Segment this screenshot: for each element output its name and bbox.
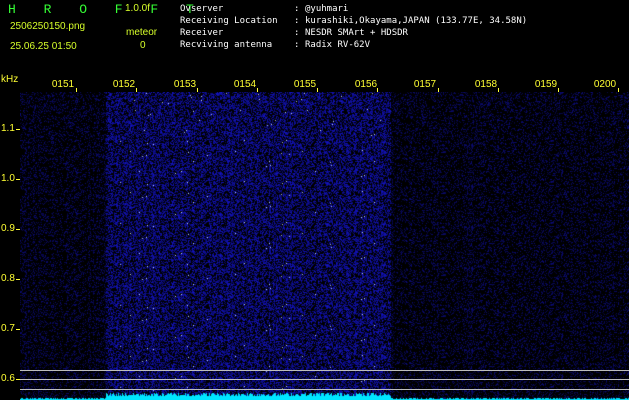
- time-label-0154: 0154: [233, 79, 257, 90]
- freq-label-1.1: 1.1: [1, 123, 15, 134]
- observer-row: Ovserver : @yuhmari: [180, 3, 348, 15]
- time-label-0157: 0157: [413, 79, 437, 90]
- reference-line: [20, 370, 629, 371]
- receiver-key: Receiver: [180, 28, 224, 38]
- time-label-0200: 0200: [593, 79, 617, 90]
- header-info-panel: H R O F F T 1.0.0f 2506250150.png 25.06.…: [0, 0, 629, 78]
- reference-line: [20, 379, 629, 380]
- observer-value: @yuhmari: [305, 4, 349, 14]
- antenna-colon: :: [294, 40, 300, 50]
- receiver-colon: :: [294, 28, 300, 38]
- antenna-value: Radix RV-62V: [305, 40, 371, 50]
- hrofft-window: H R O F F T 1.0.0f 2506250150.png 25.06.…: [0, 0, 629, 400]
- detection-mode-label: meteor: [126, 27, 158, 38]
- app-brand: H R O F F T: [8, 2, 204, 17]
- spectrogram-canvas[interactable]: [20, 92, 629, 400]
- capture-datetime: 25.06.25 01:50: [10, 41, 77, 52]
- receiver-row: Receiver : NESDR SMArt + HDSDR: [180, 27, 408, 39]
- time-label-0152: 0152: [112, 79, 136, 90]
- freq-label-0.9: 0.9: [1, 223, 15, 234]
- freq-label-0.6: 0.6: [1, 373, 15, 384]
- time-label-0156: 0156: [354, 79, 378, 90]
- reference-line: [20, 389, 629, 390]
- freq-label-0.7: 0.7: [1, 323, 15, 334]
- time-label-0155: 0155: [293, 79, 317, 90]
- observer-colon: :: [294, 4, 300, 14]
- meteor-count: 0: [140, 40, 146, 51]
- antenna-row: Recviving antenna : Radix RV-62V: [180, 39, 370, 51]
- location-row: Receiving Location : kurashiki,Okayama,J…: [180, 15, 527, 27]
- location-colon: :: [294, 16, 300, 26]
- time-label-0151: 0151: [51, 79, 75, 90]
- spectrogram-waterfall[interactable]: [20, 92, 629, 400]
- time-axis: 0151 0152 0153 0154 0155 0156 0157 0158 …: [0, 78, 629, 94]
- time-label-0159: 0159: [534, 79, 558, 90]
- time-label-0153: 0153: [173, 79, 197, 90]
- location-key: Receiving Location: [180, 16, 278, 26]
- receiver-value: NESDR SMArt + HDSDR: [305, 28, 408, 38]
- freq-label-0.8: 0.8: [1, 273, 15, 284]
- location-value: kurashiki,Okayama,JAPAN (133.77E, 34.58N…: [305, 16, 528, 26]
- freq-label-1.0: 1.0: [1, 173, 15, 184]
- image-filename: 2506250150.png: [10, 21, 86, 32]
- observer-key: Ovserver: [180, 4, 224, 14]
- antenna-key: Recviving antenna: [180, 40, 273, 50]
- time-label-0158: 0158: [474, 79, 498, 90]
- app-version: 1.0.0f: [125, 3, 151, 14]
